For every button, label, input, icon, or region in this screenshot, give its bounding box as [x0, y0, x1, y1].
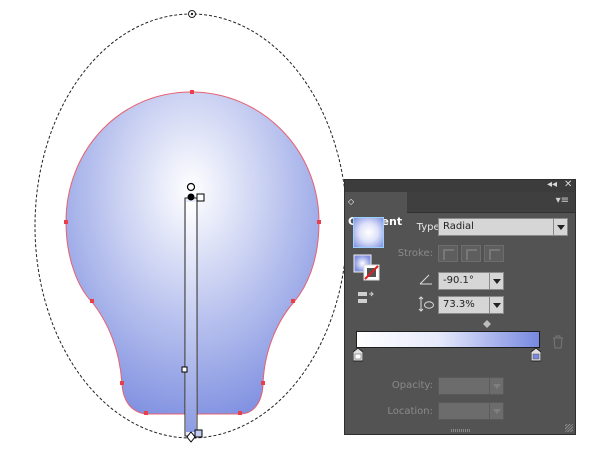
annotator-origin-point[interactable]	[187, 193, 195, 201]
chevron-down-icon	[489, 403, 503, 419]
annotator-midpoint[interactable]	[181, 366, 188, 373]
panel-tab-row: ◇Gradient ▾≡	[345, 192, 575, 228]
anchor-point[interactable]	[90, 299, 94, 303]
trash-icon[interactable]	[552, 335, 564, 349]
anchor-point[interactable]	[291, 299, 295, 303]
aspect-ratio-value: 73.3%	[443, 299, 475, 310]
close-icon[interactable]: ✕	[564, 179, 572, 191]
chevron-down-icon	[489, 378, 503, 394]
annotator-origin-ring[interactable]	[186, 182, 196, 192]
stroke-along-button[interactable]	[461, 245, 481, 262]
panel-resize-handle[interactable]	[565, 424, 573, 432]
type-dropdown[interactable]: Radial	[438, 218, 568, 236]
location-field[interactable]	[438, 402, 504, 420]
anchor-point[interactable]	[238, 411, 242, 415]
gradient-midpoint-diamond[interactable]	[482, 320, 491, 328]
anchor-point[interactable]	[64, 220, 68, 224]
stroke-across-button[interactable]	[484, 245, 504, 262]
type-value: Radial	[443, 221, 474, 232]
stroke-label: Stroke:	[397, 248, 433, 259]
reverse-gradient-icon[interactable]	[357, 290, 375, 306]
chevron-down-icon	[489, 297, 503, 313]
panel-menu-icon[interactable]: ▾≡	[556, 195, 569, 207]
type-label: Type:	[416, 222, 443, 233]
annotator-start-stop[interactable]	[196, 193, 205, 202]
annotator-end-stop[interactable]	[194, 429, 203, 438]
gradient-panel: ◂◂ ✕ ◇Gradient ▾≡ Type: Radial Stroke:	[344, 179, 576, 435]
gradient-stop-end[interactable]	[531, 348, 541, 362]
anchor-point[interactable]	[120, 381, 124, 385]
angle-value: -90.1°	[443, 275, 474, 286]
tab-gradient[interactable]: ◇Gradient	[345, 192, 407, 228]
aspect-ratio-icon	[418, 296, 434, 312]
chevron-down-icon	[553, 219, 567, 235]
panel-title-strip[interactable]: ◂◂ ✕	[345, 179, 575, 192]
collapse-icon[interactable]: ◂◂	[547, 179, 557, 191]
stroke-within-button[interactable]	[438, 245, 458, 262]
gradient-slider-ramp[interactable]	[356, 331, 540, 348]
angle-field[interactable]: -90.1°	[438, 272, 504, 290]
gradient-stop-start[interactable]	[353, 348, 363, 362]
chevron-down-icon	[489, 273, 503, 289]
opacity-field[interactable]	[438, 377, 504, 395]
gradient-bounds-handle-dot	[190, 12, 194, 16]
opacity-label: Opacity:	[391, 380, 433, 391]
anchor-point[interactable]	[317, 220, 321, 224]
location-label: Location:	[387, 406, 433, 417]
anchor-point[interactable]	[144, 411, 148, 415]
fill-stroke-icon[interactable]	[353, 254, 381, 282]
anchor-point[interactable]	[261, 381, 265, 385]
tab-expand-icon[interactable]: ◇	[348, 192, 354, 212]
gradient-annotator-fill	[186, 202, 196, 432]
aspect-ratio-field[interactable]: 73.3%	[438, 296, 504, 314]
anchor-point[interactable]	[190, 90, 194, 94]
angle-icon	[419, 274, 432, 285]
panel-drag-grip[interactable]	[451, 429, 471, 432]
gradient-preview-swatch[interactable]	[353, 217, 384, 248]
